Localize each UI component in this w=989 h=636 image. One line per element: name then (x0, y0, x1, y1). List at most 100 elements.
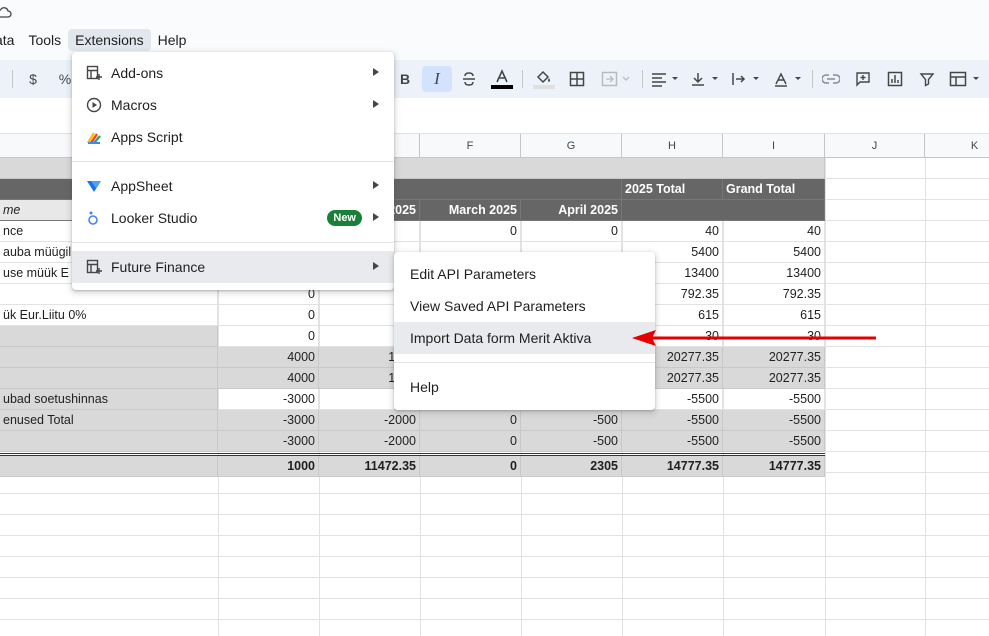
grid-cell[interactable]: -5500 (723, 389, 825, 410)
bold-button[interactable]: B (394, 66, 416, 92)
grid-cell[interactable]: 20277.35 (723, 368, 825, 389)
text-rotation-button[interactable] (770, 66, 806, 92)
grid-cell[interactable]: ubad soetushinnas (0, 389, 218, 410)
currency-format-button[interactable]: $ (22, 66, 44, 92)
grid-cell[interactable]: ük Eur.Liitu 0% (0, 305, 218, 326)
toolbar-separator (812, 70, 813, 88)
grid-cell[interactable]: 2305 (521, 456, 622, 477)
menu-item-appsheet[interactable]: AppSheet (72, 170, 394, 202)
grid-cell[interactable] (0, 347, 218, 368)
grid-cell[interactable]: 0 (218, 305, 319, 326)
grid-row-line (0, 535, 989, 536)
grid-cell[interactable]: 0 (218, 326, 319, 347)
grid-cell[interactable] (0, 326, 218, 347)
grid-cell[interactable]: -5500 (622, 431, 723, 452)
submenu-item-import-data[interactable]: Import Data form Merit Aktiva (394, 322, 655, 354)
submenu-item-edit-api-parameters[interactable]: Edit API Parameters (394, 258, 655, 290)
cloud-status-icon[interactable] (0, 6, 12, 18)
grid-row-line (0, 598, 989, 599)
grid-row-line (0, 493, 989, 494)
menu-data[interactable]: ata (0, 29, 21, 51)
grid-cell[interactable]: 11472.35 (319, 456, 420, 477)
align-bottom-icon (692, 73, 718, 86)
grid-cell[interactable]: 30 (723, 326, 825, 347)
grid-cell[interactable]: enused Total (0, 410, 218, 431)
grid-cell[interactable]: -2000 (319, 431, 420, 452)
submenu-item-view-saved-api-parameters[interactable]: View Saved API Parameters (394, 290, 655, 322)
insert-link-button[interactable] (818, 66, 844, 92)
menu-tools[interactable]: Tools (21, 29, 68, 51)
column-header-g[interactable]: G (521, 134, 622, 158)
menu-item-apps-script[interactable]: Apps Script (72, 121, 394, 153)
menu-extensions[interactable]: Extensions (68, 29, 151, 51)
italic-button[interactable]: I (422, 66, 452, 92)
grid-cell[interactable]: 792.35 (723, 284, 825, 305)
filter-button[interactable] (914, 66, 940, 92)
column-header-h[interactable]: H (622, 134, 723, 158)
table-view-button[interactable] (946, 66, 986, 92)
grid-cell[interactable]: -3000 (218, 431, 319, 452)
menu-item-label: Future Finance (111, 259, 206, 275)
text-color-button[interactable] (488, 66, 516, 92)
grid-cell[interactable]: -3000 (218, 389, 319, 410)
grid-cell[interactable]: 1000 (218, 456, 319, 477)
grid-cell[interactable]: April 2025 (521, 200, 622, 221)
grid-cell[interactable] (0, 456, 218, 477)
grid-cell[interactable]: 0 (420, 456, 521, 477)
grid-cell[interactable]: 4000 (218, 368, 319, 389)
grid-cell[interactable] (0, 368, 218, 389)
menu-item-addons[interactable]: Add-ons (72, 57, 394, 89)
column-header-i[interactable]: I (723, 134, 825, 158)
submenu-arrow-icon (373, 100, 379, 108)
table-row: 1000 11472.35 0 2305 14777.35 14777.35 (0, 453, 825, 477)
grid-row-line (0, 556, 989, 557)
menu-item-looker-studio[interactable]: Looker Studio New (72, 202, 394, 234)
top-bar: ata Tools Extensions Help (0, 0, 989, 60)
grid-cell[interactable]: -500 (521, 431, 622, 452)
grid-cell[interactable]: 0 (521, 221, 622, 242)
column-header-f[interactable]: F (420, 134, 521, 158)
text-rotation-icon (775, 72, 801, 87)
submenu-item-help[interactable]: Help (394, 371, 655, 403)
grid-cell[interactable]: 4000 (218, 347, 319, 368)
grid-cell[interactable]: 2025 Total (622, 179, 723, 200)
grid-cell[interactable]: -2000 (319, 410, 420, 431)
grid-cell[interactable]: 5400 (723, 242, 825, 263)
insert-chart-button[interactable] (882, 66, 908, 92)
grid-cell[interactable] (622, 200, 825, 221)
grid-cell[interactable]: -5500 (622, 410, 723, 431)
new-badge: New (327, 210, 362, 226)
grid-cell[interactable]: 0 (420, 410, 521, 431)
borders-button[interactable] (564, 66, 590, 92)
menu-item-future-finance[interactable]: Future Finance (72, 251, 394, 283)
grid-cell[interactable]: 20277.35 (723, 347, 825, 368)
grid-cell[interactable]: Grand Total (723, 179, 825, 200)
grid-cell[interactable]: 615 (723, 305, 825, 326)
horizontal-align-button[interactable] (648, 66, 682, 92)
grid-cell[interactable]: -3000 (218, 410, 319, 431)
grid-cell[interactable]: 14777.35 (723, 456, 825, 477)
grid-cell[interactable]: -5500 (723, 431, 825, 452)
grid-cell[interactable]: 0 (420, 221, 521, 242)
column-header-k[interactable]: K (925, 134, 989, 158)
grid-cell[interactable]: -5500 (723, 410, 825, 431)
grid-cell[interactable] (0, 431, 218, 452)
fill-color-button[interactable] (530, 66, 558, 92)
grid-cell[interactable]: -500 (521, 410, 622, 431)
grid-cell[interactable]: 13400 (723, 263, 825, 284)
menu-item-label: Apps Script (111, 129, 183, 145)
grid-cell[interactable]: 14777.35 (622, 456, 723, 477)
menu-help[interactable]: Help (151, 29, 194, 51)
grid-cell[interactable]: 0 (420, 431, 521, 452)
merge-cells-button[interactable] (596, 66, 636, 92)
grid-row-line (0, 514, 989, 515)
grid-cell[interactable]: March 2025 (420, 200, 521, 221)
text-wrapping-button[interactable] (728, 66, 764, 92)
insert-comment-button[interactable] (850, 66, 876, 92)
column-header-j[interactable]: J (825, 134, 925, 158)
vertical-align-button[interactable] (688, 66, 722, 92)
grid-cell[interactable]: 40 (723, 221, 825, 242)
menu-item-macros[interactable]: Macros (72, 89, 394, 121)
grid-cell[interactable]: 40 (622, 221, 723, 242)
strikethrough-button[interactable] (456, 66, 482, 92)
